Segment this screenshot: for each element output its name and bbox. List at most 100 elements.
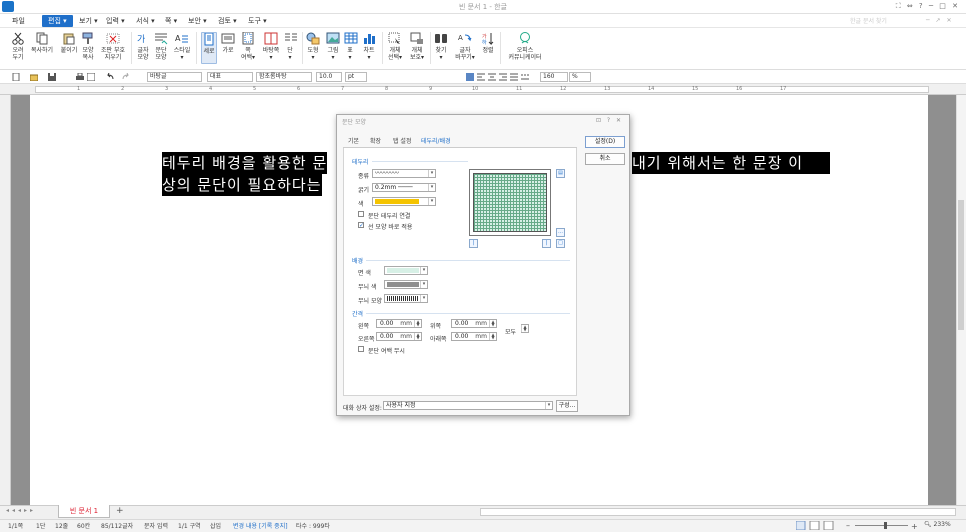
ribbon-controls[interactable]: ─ ↗ ✕ [926, 17, 953, 24]
align-left-icon[interactable] [477, 73, 485, 81]
zoom-slider[interactable]: – + [846, 521, 918, 530]
right-spacing-input[interactable]: 0.00 mm ▲ ▼ [376, 332, 422, 341]
chart-button[interactable]: 차트 ▾ [362, 32, 376, 61]
menu-tools[interactable]: 도구 ▾ [248, 16, 267, 26]
align-right-icon[interactable] [499, 73, 507, 81]
menu-input[interactable]: 입력 ▾ [106, 16, 125, 26]
master-page-button[interactable]: 바탕쪽 ▾ [261, 32, 281, 61]
top-spacing-input[interactable]: 0.00 mm ▲ ▼ [451, 319, 497, 328]
selected-text-line[interactable]: 내기 위해서는 한 문장 이 [632, 152, 830, 174]
left-spacing-input[interactable]: 0.00 mm ▲ ▼ [376, 319, 422, 328]
style-button[interactable]: A 스타일 ▾ [172, 32, 192, 61]
view-mode-icons[interactable] [796, 521, 834, 530]
shape-button[interactable]: 도형 ▾ [306, 32, 320, 61]
pattern-color-select[interactable]: ▾ [384, 280, 428, 289]
find-button[interactable]: 찾기 ▾ [434, 32, 448, 61]
tab-extended[interactable]: 확장 [370, 136, 381, 145]
spin-arrows-icon[interactable]: ▲ ▼ [414, 320, 421, 327]
border-preview[interactable] [469, 169, 551, 236]
horizontal-scrollbar[interactable] [480, 508, 956, 516]
print-icon[interactable] [76, 73, 84, 81]
open-folder-icon[interactable] [30, 73, 38, 81]
tab-nav-arrows-icon[interactable]: ◂◂◂▸▸ [6, 507, 36, 514]
menu-view[interactable]: 보기 ▾ [79, 16, 98, 26]
column-button[interactable]: 단 ▾ [284, 32, 297, 61]
redo-icon[interactable] [122, 73, 130, 81]
spin-arrows-icon[interactable]: ▲ ▼ [489, 320, 496, 327]
ignore-margin-checkbox[interactable] [358, 346, 364, 352]
face-color-select[interactable]: ▾ [384, 266, 428, 275]
window-controls[interactable]: ⛶ ⇔ ? ─ □ ✕ [896, 2, 960, 11]
vertical-orientation-button[interactable]: 세로 [201, 32, 217, 64]
align-center-icon[interactable] [488, 73, 496, 81]
border-all-button[interactable]: □ [556, 239, 565, 248]
border-type-select[interactable]: 〰〰〰〰 ▾ [372, 169, 436, 178]
add-tab-button[interactable]: + [116, 506, 124, 516]
char-shape-button[interactable]: 가 글자 모양 [136, 32, 150, 61]
bottom-spacing-input[interactable]: 0.00 mm ▲ ▼ [451, 332, 497, 341]
connect-border-checkbox[interactable] [358, 211, 364, 217]
spin-arrows-icon[interactable]: ▲ ▼ [521, 325, 528, 332]
border-inner-button[interactable]: … [556, 228, 565, 237]
horizontal-orientation-button[interactable]: 가로 [220, 32, 236, 54]
zoom-input[interactable]: 160 [540, 72, 568, 82]
align-justify-icon[interactable] [466, 73, 474, 81]
replace-button[interactable]: A 글자 바꾸기▾ [455, 32, 475, 61]
paste-button[interactable]: 붙이기 [59, 32, 79, 54]
menu-edit[interactable]: 편집 ▾ [42, 15, 73, 27]
tab-tab-settings[interactable]: 탭 설정 [393, 136, 411, 145]
style-select[interactable]: 바탕글 [147, 72, 202, 82]
save-icon[interactable] [48, 73, 56, 81]
border-left-button[interactable]: | [469, 239, 478, 248]
menu-file[interactable]: 파일 [12, 16, 25, 26]
font-select[interactable]: 함초롬바탕 [256, 72, 312, 82]
menu-security[interactable]: 보안 ▾ [188, 16, 207, 26]
clear-codes-button[interactable]: 조판 부호 지우기 [100, 32, 126, 61]
all-spacing-spinner[interactable]: ▲ ▼ [521, 324, 529, 333]
status-insert-mode[interactable]: 삽입 [210, 521, 221, 530]
menu-review[interactable]: 검토 ▾ [218, 16, 237, 26]
cancel-button[interactable]: 취소 [585, 153, 625, 165]
copy-button[interactable]: 복사하기 [29, 32, 55, 54]
para-shape-button[interactable]: 문단 모양 [154, 32, 168, 61]
object-protect-button[interactable]: 개체 보호▾ [408, 32, 426, 61]
dialog-window-controls[interactable]: ⊡ ? ✕ [596, 117, 623, 124]
new-document-icon[interactable] [12, 73, 20, 81]
spin-arrows-icon[interactable]: ▲ ▼ [414, 333, 421, 340]
selected-text-line[interactable]: 상의 문단이 필요하다는 [162, 174, 322, 196]
sort-button[interactable]: 가 하 정렬 [481, 32, 495, 54]
size-unit-select[interactable]: pt [345, 72, 367, 82]
border-right-button[interactable]: | [542, 239, 551, 248]
document-search[interactable]: 한글 문서 찾기 [850, 16, 887, 25]
status-input-mode[interactable]: 문자 입력 [144, 521, 168, 530]
menu-page[interactable]: 쪽 ▾ [165, 16, 177, 26]
document-tab[interactable]: 빈 문서 1 [58, 505, 110, 518]
pattern-shape-select[interactable]: ▾ [384, 294, 428, 303]
status-track-changes[interactable]: 변경 내용 [기록 중지] [233, 521, 288, 530]
dialog-preset-select[interactable]: 사용자 지정 ▾ [383, 401, 553, 410]
object-select-button[interactable]: 개체 선택▾ [386, 32, 404, 61]
picture-button[interactable]: 그림 ▾ [326, 32, 340, 61]
border-color-select[interactable]: ▾ [372, 197, 436, 206]
cut-button[interactable]: 오려 두기 [10, 32, 26, 61]
format-copy-button[interactable]: 모양 복사 [81, 32, 95, 61]
ok-button[interactable]: 설정(D) [585, 136, 625, 148]
font-size-input[interactable]: 10.0 [316, 72, 342, 82]
page-margin-button[interactable]: 쪽 여백▾ [239, 32, 257, 61]
scroll-thumb[interactable] [958, 200, 964, 330]
border-top-button[interactable]: ▤ [556, 169, 565, 178]
font-language-select[interactable]: 대표 [207, 72, 253, 82]
apply-line-checkbox[interactable]: ✓ [358, 222, 364, 229]
vertical-ruler[interactable] [0, 95, 11, 505]
tab-basic[interactable]: 기본 [348, 136, 359, 145]
align-divide-icon[interactable] [521, 73, 529, 81]
spin-arrows-icon[interactable]: ▲ ▼ [489, 333, 496, 340]
zoom-unit-select[interactable]: % [569, 72, 591, 82]
undo-icon[interactable] [106, 73, 114, 81]
selected-text-line[interactable]: 테두리 배경을 활용한 문 [162, 152, 328, 174]
configure-button[interactable]: 구성... [556, 400, 578, 412]
table-button[interactable]: 표 ▾ [344, 32, 358, 61]
border-width-select[interactable]: 0.2mm ──── ▾ [372, 183, 436, 192]
office-communicator-button[interactable]: 오피스 커뮤니케이터 [505, 32, 545, 61]
print-preview-icon[interactable] [87, 73, 95, 81]
